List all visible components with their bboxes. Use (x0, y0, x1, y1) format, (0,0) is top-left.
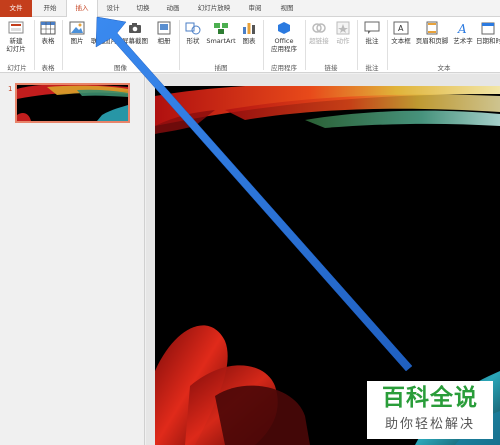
smartart-label: SmartArt (206, 37, 236, 45)
table-icon (40, 21, 56, 35)
tab-slideshow[interactable]: 幻灯片放映 (190, 0, 238, 17)
picture-label: 图片 (70, 37, 84, 45)
datetime-label: 日期和时 (476, 37, 500, 45)
tab-design[interactable]: 设计 (98, 0, 128, 17)
album-button[interactable]: 相册 (152, 21, 176, 45)
action-icon (336, 21, 350, 35)
new-slide-button[interactable]: 新建 幻灯片 (2, 21, 30, 53)
group-text-label: 文本 (437, 64, 451, 72)
office-apps-icon (278, 22, 290, 34)
textbox-icon: A (393, 21, 409, 35)
screenshot-icon (129, 23, 141, 33)
new-slide-label-1: 新建 (9, 37, 23, 45)
chart-icon (243, 23, 255, 34)
smartart-button[interactable]: SmartArt (205, 21, 237, 45)
datetime-button[interactable]: 日期和时 (476, 21, 500, 45)
action-label: 动作 (336, 37, 350, 45)
group-illustrations-label: 插图 (214, 64, 228, 72)
hyperlink-button[interactable]: 超链接 (306, 21, 332, 45)
tab-insert[interactable]: 插入 (66, 0, 98, 18)
watermark: 百科全说 助你轻松解决 (367, 381, 493, 439)
album-icon (157, 21, 171, 35)
tab-review[interactable]: 审阅 (240, 0, 270, 17)
chart-label: 图表 (242, 37, 256, 45)
tab-home[interactable]: 开始 (34, 0, 66, 17)
action-button[interactable]: 动作 (332, 21, 354, 45)
shapes-button[interactable]: 形状 (181, 21, 205, 45)
table-button[interactable]: 表格 (36, 21, 60, 45)
hyperlink-label: 超链接 (309, 37, 329, 45)
screenshot-label: 屏幕截图 (122, 37, 148, 45)
online-picture-icon (97, 21, 111, 35)
group-comments-label: 批注 (365, 64, 379, 72)
slide-thumbnail[interactable] (15, 83, 130, 123)
office-apps-label-1: Office (274, 37, 294, 45)
powerpoint-window: 文件 开始 插入 设计 切换 动画 幻灯片放映 审阅 视图 新建 幻灯片 幻灯片 (0, 0, 500, 445)
office-apps-label-2: 应用程序 (271, 45, 297, 53)
slide-number: 1 (8, 85, 13, 93)
svg-text:A: A (398, 24, 404, 33)
group-images-label: 图像 (114, 64, 127, 72)
shapes-icon (185, 22, 201, 35)
new-slide-icon (8, 21, 24, 34)
group-slides-label: 幻灯片 (7, 64, 27, 72)
group-links-label: 链接 (324, 64, 338, 72)
wordart-button[interactable]: A 艺术字 (450, 21, 476, 45)
header-footer-label: 页眉和页脚 (415, 37, 449, 45)
datetime-icon (481, 22, 495, 35)
ribbon-insert: 新建 幻灯片 幻灯片 表格 表格 图片 联机图片 屏幕截图 相册 图像 形状 S… (0, 17, 500, 73)
screenshot-button[interactable]: 屏幕截图 (119, 21, 151, 45)
svg-text:A: A (457, 22, 467, 35)
slide-thumbnail-image (17, 85, 128, 121)
textbox-button[interactable]: A 文本框 (388, 21, 414, 45)
picture-button[interactable]: 图片 (65, 21, 89, 45)
wordart-icon: A (457, 22, 467, 35)
comment-label: 批注 (365, 37, 379, 45)
online-picture-button[interactable]: 联机图片 (89, 21, 119, 45)
tab-view[interactable]: 视图 (272, 0, 302, 17)
tab-animations[interactable]: 动画 (158, 0, 188, 17)
table-label: 表格 (41, 37, 55, 45)
shapes-label: 形状 (186, 37, 200, 45)
tab-file[interactable]: 文件 (0, 0, 32, 17)
chart-button[interactable]: 图表 (238, 21, 260, 45)
smartart-icon (214, 23, 228, 34)
tab-transitions[interactable]: 切换 (128, 0, 158, 17)
album-label: 相册 (157, 37, 171, 45)
group-tables-label: 表格 (41, 64, 55, 72)
hyperlink-icon (312, 23, 326, 33)
online-picture-label: 联机图片 (91, 37, 117, 45)
textbox-label: 文本框 (391, 37, 411, 45)
group-apps-label: 应用程序 (271, 64, 297, 72)
wordart-label: 艺术字 (453, 37, 473, 45)
comment-icon (364, 21, 380, 34)
slide-thumbnail-pane: 1 (0, 74, 145, 445)
new-slide-label-2: 幻灯片 (6, 45, 26, 53)
header-footer-button[interactable]: 页眉和页脚 (414, 21, 450, 45)
office-apps-button[interactable]: Office 应用程序 (264, 21, 304, 53)
picture-icon (69, 21, 85, 35)
watermark-title: 百科全说 (382, 385, 478, 411)
watermark-subtitle: 助你轻松解决 (384, 417, 475, 432)
header-footer-icon (426, 21, 438, 35)
comment-button[interactable]: 批注 (359, 21, 385, 45)
ribbon-tab-bar: 文件 开始 插入 设计 切换 动画 幻灯片放映 审阅 视图 (0, 0, 500, 18)
